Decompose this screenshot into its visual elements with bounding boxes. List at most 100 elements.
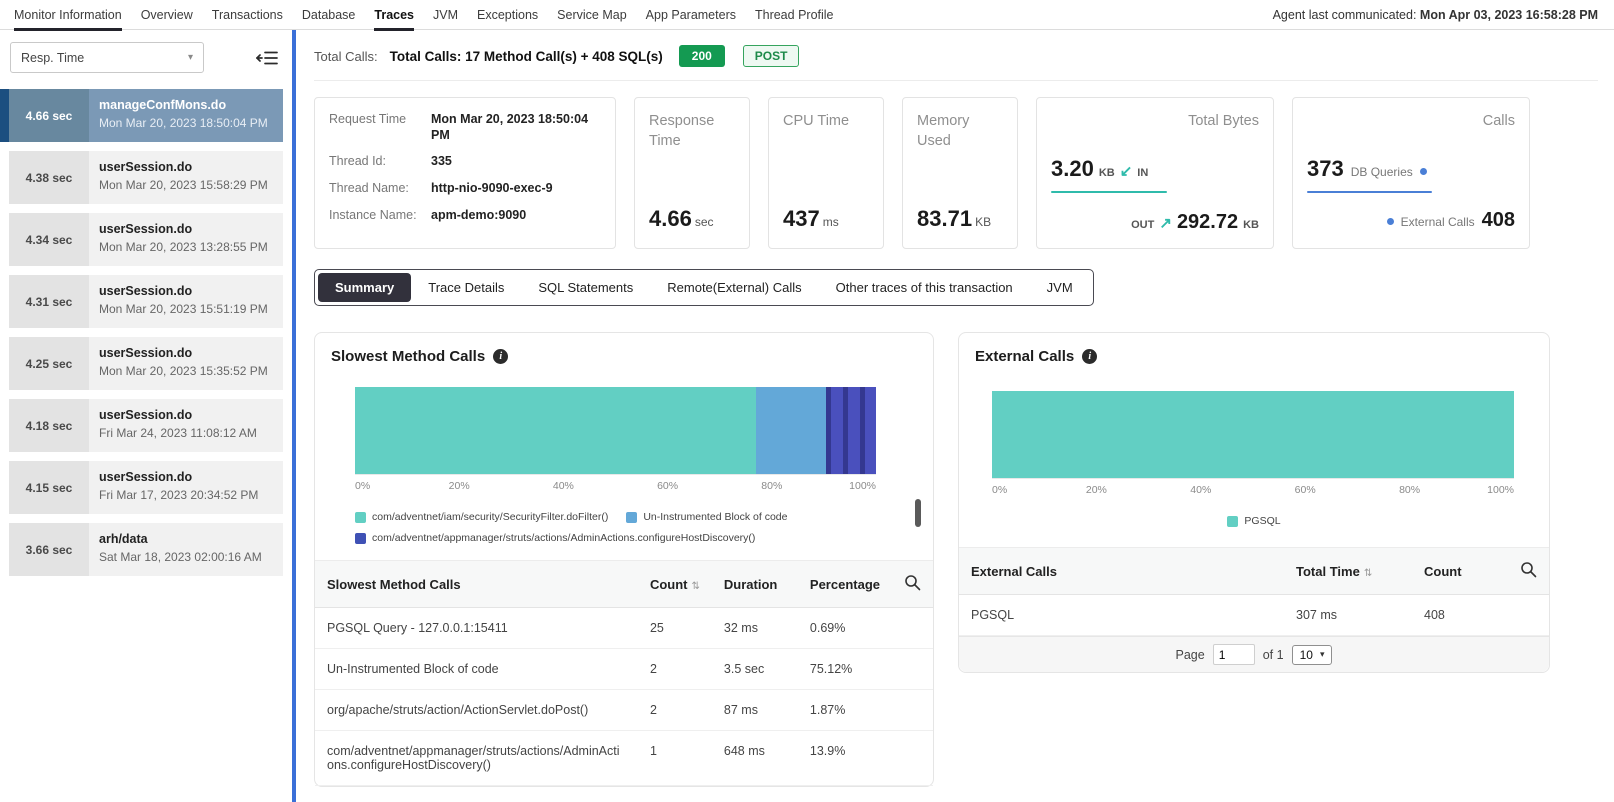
legend-swatch	[355, 512, 366, 523]
table-row[interactable]: PGSQL 307 ms 408	[959, 595, 1549, 636]
legend-item: com/adventnet/iam/security/SecurityFilte…	[355, 511, 608, 523]
collapse-sidebar-button[interactable]	[256, 49, 278, 67]
table-row[interactable]: PGSQL Query - 127.0.0.1:15411 25 32 ms 0…	[315, 608, 933, 649]
tab-remote-external-calls[interactable]: Remote(External) Calls	[650, 273, 818, 302]
total-calls-header: Total Calls: Total Calls: 17 Method Call…	[314, 30, 1598, 81]
nav-app-parameters[interactable]: App Parameters	[646, 0, 736, 30]
agent-label: Agent last communicated:	[1273, 8, 1417, 22]
bytes-in-value: 3.20	[1051, 156, 1094, 182]
pagination-bar: Page of 1 10 ▾	[959, 636, 1549, 672]
memory-used-card: Memory Used 83.71KB	[902, 97, 1018, 249]
nav-database[interactable]: Database	[302, 0, 356, 30]
trace-duration-badge: 3.66 sec	[9, 523, 89, 576]
table-row[interactable]: org/apache/struts/action/ActionServlet.d…	[315, 690, 933, 731]
chevron-down-icon: ▾	[1320, 649, 1325, 660]
trace-name: userSession.do	[99, 160, 268, 174]
tab-jvm[interactable]: JVM	[1030, 273, 1090, 302]
trace-name: userSession.do	[99, 222, 268, 236]
page-of-label: of 1	[1263, 648, 1284, 662]
cpu-time-unit: ms	[823, 215, 839, 229]
external-calls-label: External Calls	[1401, 215, 1475, 229]
instance-name-value: apm-demo:9090	[431, 208, 526, 224]
arrow-in-icon: ↙	[1120, 162, 1133, 180]
method-name-cell: PGSQL Query - 127.0.0.1:15411	[315, 608, 638, 649]
sort-icon[interactable]: ⇅	[692, 581, 700, 592]
column-header-percentage[interactable]: Percentage	[798, 561, 892, 608]
memory-used-value: 83.71	[917, 206, 972, 231]
trace-list-item[interactable]: 4.38 sec userSession.do Mon Mar 20, 2023…	[9, 151, 283, 204]
table-row[interactable]: com/adventnet/appmanager/struts/actions/…	[315, 731, 933, 786]
trace-list-item[interactable]: 4.66 sec manageConfMons.do Mon Mar 20, 2…	[0, 89, 283, 142]
nav-jvm[interactable]: JVM	[433, 0, 458, 30]
total-time-cell: 307 ms	[1284, 595, 1412, 636]
chart-legend: com/adventnet/iam/security/SecurityFilte…	[315, 497, 933, 560]
axis-tick: 20%	[449, 480, 470, 492]
total-calls-label: Total Calls:	[314, 49, 378, 64]
trace-name: userSession.do	[99, 346, 268, 360]
legend-scrollbar[interactable]	[915, 499, 921, 527]
tab-sql-statements[interactable]: SQL Statements	[521, 273, 650, 302]
trace-list-item[interactable]: 4.25 sec userSession.do Mon Mar 20, 2023…	[9, 337, 283, 390]
legend-swatch	[1227, 516, 1238, 527]
table-row[interactable]: Un-Instrumented Block of code 2 3.5 sec …	[315, 649, 933, 690]
info-icon[interactable]: i	[1082, 349, 1097, 364]
column-header-name[interactable]: Slowest Method Calls	[315, 561, 638, 608]
http-method-badge: POST	[743, 45, 800, 67]
nav-exceptions[interactable]: Exceptions	[477, 0, 538, 30]
db-queries-row: 373 DB Queries	[1307, 156, 1515, 182]
column-header-count[interactable]: Count	[1412, 548, 1508, 595]
legend-item: com/adventnet/appmanager/struts/actions/…	[355, 532, 755, 544]
legend-label: com/adventnet/appmanager/struts/actions/…	[372, 532, 755, 544]
nav-service-map[interactable]: Service Map	[557, 0, 626, 30]
nav-overview[interactable]: Overview	[141, 0, 193, 30]
search-icon[interactable]	[904, 574, 921, 591]
legend-item: PGSQL	[1227, 515, 1280, 527]
chart-legend: PGSQL	[959, 501, 1549, 547]
column-header-total-time[interactable]: Total Time⇅	[1284, 548, 1412, 595]
sort-dropdown[interactable]: Resp. Time ▾	[10, 42, 204, 73]
tab-trace-details[interactable]: Trace Details	[411, 273, 521, 302]
nav-transactions[interactable]: Transactions	[212, 0, 283, 30]
count-cell: 1	[638, 731, 712, 786]
slowest-panel-title: Slowest Method Calls	[331, 348, 485, 365]
sort-icon[interactable]: ⇅	[1364, 568, 1372, 579]
trace-duration-badge: 4.34 sec	[9, 213, 89, 266]
trace-tabs: Summary Trace Details SQL Statements Rem…	[314, 269, 1094, 306]
bytes-out-value: 292.72	[1177, 211, 1238, 234]
tab-other-traces[interactable]: Other traces of this transaction	[819, 273, 1030, 302]
column-header-name[interactable]: External Calls	[959, 548, 1284, 595]
external-calls-value: 408	[1482, 209, 1515, 232]
column-header-duration[interactable]: Duration	[712, 561, 798, 608]
response-time-title: Response Time	[649, 112, 735, 151]
axis-tick: 40%	[553, 480, 574, 492]
bytes-out-unit: KB	[1243, 219, 1259, 231]
legend-swatch	[626, 512, 637, 523]
trace-list-item[interactable]: 4.15 sec userSession.do Fri Mar 17, 2023…	[9, 461, 283, 514]
column-header-count[interactable]: Count⇅	[638, 561, 712, 608]
chart-segment	[992, 391, 1514, 478]
axis-tick: 60%	[1295, 484, 1316, 496]
search-icon[interactable]	[1520, 561, 1537, 578]
cpu-time-title: CPU Time	[783, 112, 869, 132]
page-size-select[interactable]: 10 ▾	[1292, 645, 1333, 665]
info-icon[interactable]: i	[493, 349, 508, 364]
trace-list-item[interactable]: 4.18 sec userSession.do Fri Mar 24, 2023…	[9, 399, 283, 452]
response-time-value: 4.66	[649, 206, 692, 231]
trace-list-item[interactable]: 3.66 sec arh/data Sat Mar 18, 2023 02:00…	[9, 523, 283, 576]
request-time-value: Mon Mar 20, 2023 18:50:04 PM	[431, 112, 601, 143]
trace-timestamp: Fri Mar 24, 2023 11:08:12 AM	[99, 426, 257, 440]
trace-name: userSession.do	[99, 408, 257, 422]
count-cell: 25	[638, 608, 712, 649]
trace-list-item[interactable]: 4.34 sec userSession.do Mon Mar 20, 2023…	[9, 213, 283, 266]
trace-list-item[interactable]: 4.31 sec userSession.do Mon Mar 20, 2023…	[9, 275, 283, 328]
nav-thread-profile[interactable]: Thread Profile	[755, 0, 834, 30]
count-cell: 2	[638, 690, 712, 731]
slowest-method-calls-chart: 0% 20% 40% 60% 80% 100%	[315, 377, 933, 497]
nav-traces[interactable]: Traces	[374, 0, 414, 30]
total-bytes-card: Total Bytes 3.20 KB ↙ IN OUT ↗ 292.72 KB	[1036, 97, 1274, 249]
tab-summary[interactable]: Summary	[318, 273, 411, 302]
page-number-input[interactable]	[1213, 644, 1255, 665]
nav-monitor-information[interactable]: Monitor Information	[14, 0, 122, 30]
response-time-card: Response Time 4.66sec	[634, 97, 750, 249]
chevron-down-icon: ▾	[188, 52, 193, 63]
